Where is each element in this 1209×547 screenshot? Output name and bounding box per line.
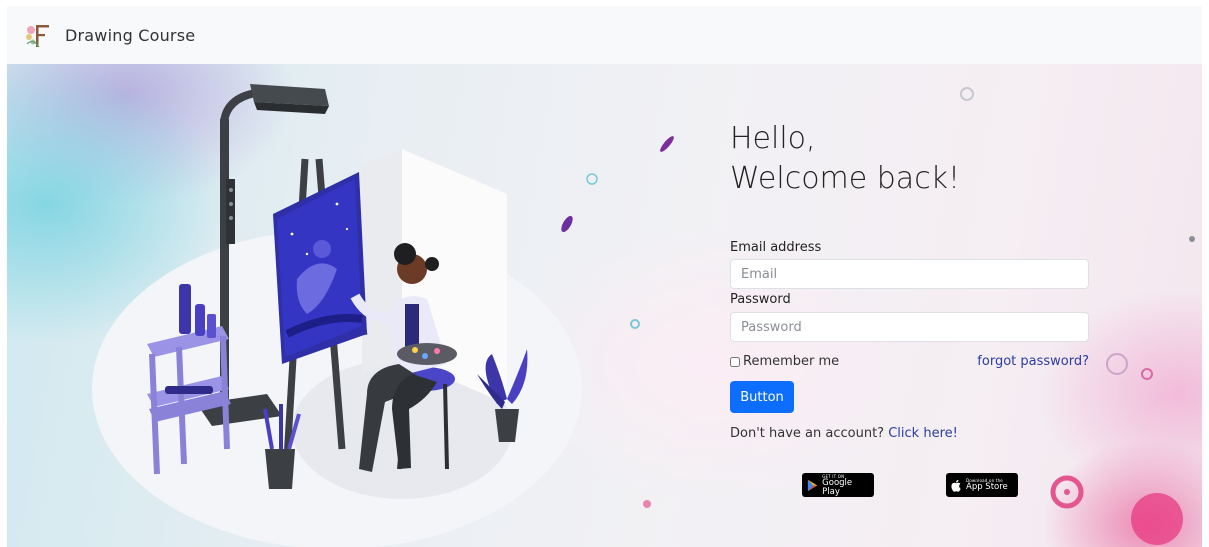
- google-play-badge[interactable]: GET IT ON Google Play: [802, 473, 874, 497]
- email-field[interactable]: [730, 259, 1089, 289]
- signup-prompt-text: Don't have an account?: [730, 426, 885, 441]
- greeting-heading: Hello, Welcome back!: [730, 119, 960, 199]
- signup-prompt: Don't have an account? Click here!: [730, 426, 958, 441]
- apple-icon: [951, 479, 961, 492]
- google-play-text: GET IT ON Google Play: [822, 474, 869, 497]
- forgot-password-link[interactable]: forgot password?: [977, 354, 1089, 369]
- google-play-icon: [807, 479, 818, 491]
- submit-button[interactable]: Button: [730, 381, 794, 413]
- brand-logo-icon[interactable]: [25, 20, 51, 50]
- remember-me-option[interactable]: Remember me: [730, 354, 839, 369]
- password-field[interactable]: [730, 312, 1089, 342]
- signup-link[interactable]: Click here!: [888, 426, 958, 441]
- artist-illustration: [92, 84, 674, 547]
- greeting-line-1: Hello,: [730, 121, 816, 156]
- remember-me-checkbox[interactable]: [730, 356, 740, 367]
- app-store-text: Download on the App Store: [966, 478, 1008, 492]
- password-label: Password: [730, 292, 791, 307]
- app-store-big: App Store: [966, 482, 1008, 492]
- hero-section: Hello, Welcome back! Email address Passw…: [7, 64, 1202, 547]
- navbar: Drawing Course: [7, 6, 1202, 64]
- greeting-line-2: Welcome back!: [730, 161, 961, 196]
- brand-name[interactable]: Drawing Course: [65, 26, 195, 45]
- email-label: Email address: [730, 240, 822, 255]
- remember-me-label: Remember me: [743, 354, 840, 369]
- google-play-big: Google Play: [822, 477, 853, 497]
- page-frame: Drawing Course Hello, Welcome back! Emai…: [7, 6, 1202, 547]
- app-store-badge[interactable]: Download on the App Store: [946, 473, 1018, 497]
